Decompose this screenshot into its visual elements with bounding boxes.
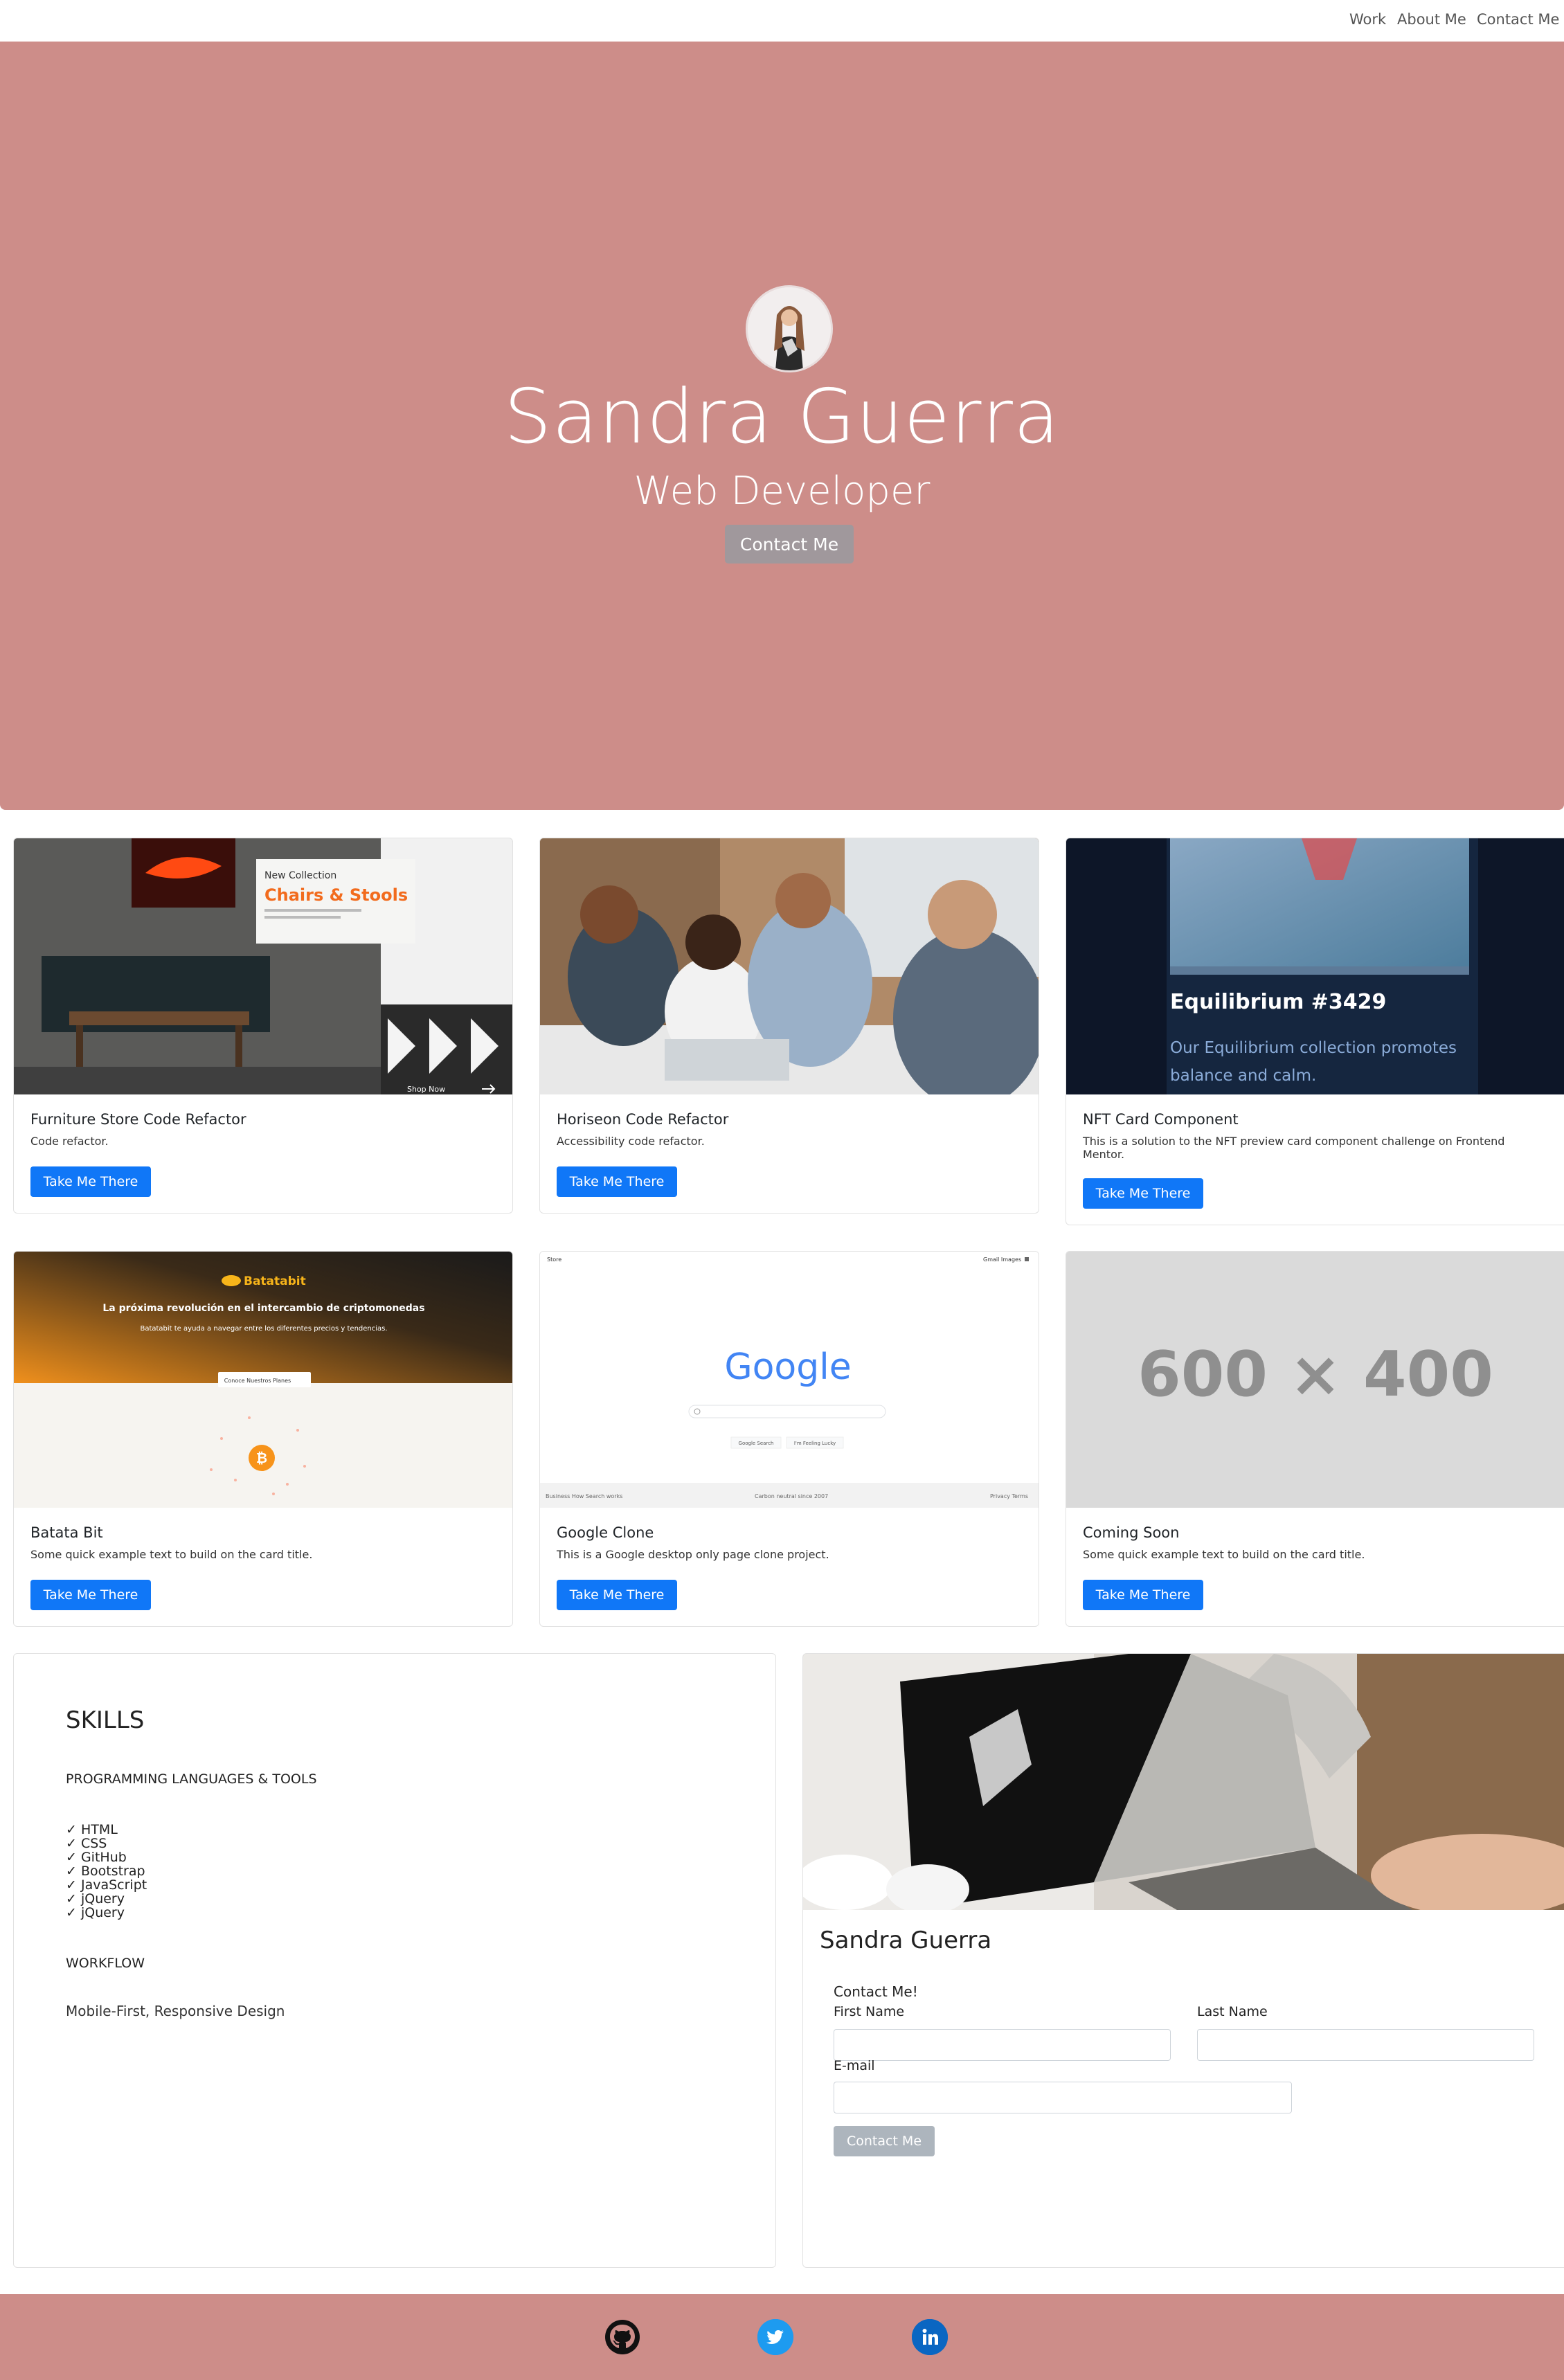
project-card-furniture: New Collection Chairs & Stools Shop Now … [13, 838, 513, 1214]
thumb-sub: Batatabit te ayuda a navegar entre los d… [140, 1325, 387, 1333]
card-title: NFT Card Component [1083, 1111, 1239, 1128]
card-text: Code refactor. [30, 1135, 109, 1148]
hero-section: Sandra Guerra Web Developer Contact Me [0, 42, 1564, 810]
email-field[interactable] [834, 2082, 1292, 2113]
skill-item: ✓ HTML [66, 1822, 118, 1837]
card-text: Some quick example text to build on the … [30, 1548, 313, 1561]
project-thumbnail[interactable]: Equilibrium #3429 Our Equilibrium collec… [1066, 838, 1564, 1094]
project-thumbnail[interactable]: Batatabit La próxima revolución en el in… [14, 1252, 512, 1508]
svg-text:Carbon neutral since 2007: Carbon neutral since 2007 [755, 1493, 828, 1499]
project-card-horiseon: Horiseon Code Refactor Accessibility cod… [539, 838, 1039, 1214]
last-name-field[interactable] [1197, 2029, 1534, 2061]
thumb-google-logo: Google [724, 1346, 851, 1388]
twitter-icon[interactable] [757, 2319, 793, 2355]
thumb-cta: Conoce Nuestros Planes [224, 1378, 291, 1384]
skill-item: ✓ JavaScript [66, 1877, 147, 1893]
top-navbar: Work About Me Contact Me [0, 0, 1564, 42]
footer [0, 2294, 1564, 2380]
workflow-title: WORKFLOW [66, 1956, 145, 1971]
hero-name: Sandra Guerra [503, 374, 1061, 460]
take-me-there-button[interactable]: Take Me There [1083, 1178, 1203, 1209]
project-thumbnail[interactable]: Store Gmail Images Google Google Search … [540, 1252, 1039, 1508]
card-title: Horiseon Code Refactor [557, 1111, 729, 1128]
hero-contact-button[interactable]: Contact Me [725, 525, 854, 564]
workflow-text: Mobile-First, Responsive Design [66, 2003, 285, 2019]
card-text: This is a Google desktop only page clone… [557, 1548, 829, 1561]
first-name-label: First Name [834, 2004, 905, 2019]
thumb-desc: Our Equilibrium collection promotes [1170, 1039, 1457, 1057]
thumb-brand: Batatabit [244, 1274, 306, 1288]
thumb-cta: Shop Now [407, 1085, 445, 1094]
thumb-headline: Chairs & Stools [264, 885, 408, 905]
contact-submit-button[interactable]: Contact Me [834, 2126, 935, 2156]
svg-text:Gmail Images: Gmail Images [983, 1256, 1021, 1263]
card-title: Coming Soon [1083, 1524, 1180, 1541]
svg-text:I'm Feeling Lucky: I'm Feeling Lucky [794, 1441, 836, 1446]
card-title: Google Clone [557, 1524, 654, 1541]
nav-contact-link[interactable]: Contact Me [1477, 11, 1559, 28]
project-thumbnail[interactable]: 600 × 400 [1066, 1252, 1564, 1508]
skills-list: ✓ HTML ✓ CSS ✓ GitHub ✓ Bootstrap ✓ Java… [66, 1823, 147, 1920]
take-me-there-button[interactable]: Take Me There [1083, 1580, 1203, 1610]
contact-heading: Contact Me! [834, 1983, 918, 2000]
project-thumbnail[interactable]: New Collection Chairs & Stools Shop Now [14, 838, 512, 1094]
skill-item: ✓ GitHub [66, 1850, 127, 1865]
thumb-desc: balance and calm. [1170, 1067, 1316, 1085]
thumb-headline: La próxima revolución en el intercambio … [102, 1303, 424, 1314]
card-title: Batata Bit [30, 1524, 103, 1541]
svg-text:Google Search: Google Search [739, 1441, 774, 1446]
skill-item: ✓ CSS [66, 1836, 107, 1851]
svg-text:Privacy Terms: Privacy Terms [990, 1493, 1028, 1499]
nav-about-link[interactable]: About Me [1397, 11, 1466, 28]
first-name-field[interactable] [834, 2029, 1171, 2061]
card-title: Furniture Store Code Refactor [30, 1111, 246, 1128]
contact-photo [803, 1654, 1564, 1910]
take-me-there-button[interactable]: Take Me There [30, 1166, 151, 1197]
project-card-google-clone: Store Gmail Images Google Google Search … [539, 1251, 1039, 1627]
nav-work-link[interactable]: Work [1349, 11, 1386, 28]
hero-role: Web Developer [633, 469, 931, 514]
skill-item: ✓ jQuery [66, 1905, 125, 1920]
take-me-there-button[interactable]: Take Me There [557, 1166, 677, 1197]
thumb-headline: Equilibrium #3429 [1170, 990, 1386, 1014]
take-me-there-button[interactable]: Take Me There [557, 1580, 677, 1610]
placeholder-text: 600 × 400 [1138, 1338, 1493, 1411]
last-name-label: Last Name [1197, 2004, 1268, 2019]
contact-panel: Sandra Guerra Contact Me! First Name Las… [802, 1653, 1564, 2268]
skill-item: ✓ jQuery [66, 1891, 125, 1906]
skills-subtitle: PROGRAMMING LANGUAGES & TOOLS [66, 1772, 317, 1787]
svg-text:Business How Search works: Business How Search works [546, 1493, 622, 1499]
linkedin-icon[interactable] [912, 2319, 948, 2355]
skills-title: SKILLS [66, 1706, 145, 1734]
email-label: E-mail [834, 2058, 875, 2073]
thumb-badge: New Collection [264, 870, 336, 881]
svg-text:₿: ₿ [256, 1450, 267, 1466]
project-card-batatabit: Batatabit La próxima revolución en el in… [13, 1251, 513, 1627]
card-text: This is a solution to the NFT preview ca… [1083, 1135, 1505, 1162]
card-text: Accessibility code refactor. [557, 1135, 705, 1148]
take-me-there-button[interactable]: Take Me There [30, 1580, 151, 1610]
contact-name: Sandra Guerra [820, 1927, 992, 1954]
skill-item: ✓ Bootstrap [66, 1864, 145, 1879]
project-card-nft: Equilibrium #3429 Our Equilibrium collec… [1066, 838, 1564, 1225]
project-card-coming-soon: 600 × 400 Coming Soon Some quick example… [1066, 1251, 1564, 1627]
project-thumbnail[interactable] [540, 838, 1039, 1094]
skills-panel: SKILLS PROGRAMMING LANGUAGES & TOOLS ✓ H… [13, 1653, 776, 2268]
svg-text:Store: Store [547, 1256, 561, 1263]
card-text: Some quick example text to build on the … [1083, 1548, 1365, 1561]
profile-avatar [746, 285, 833, 372]
github-icon[interactable] [604, 2319, 640, 2355]
